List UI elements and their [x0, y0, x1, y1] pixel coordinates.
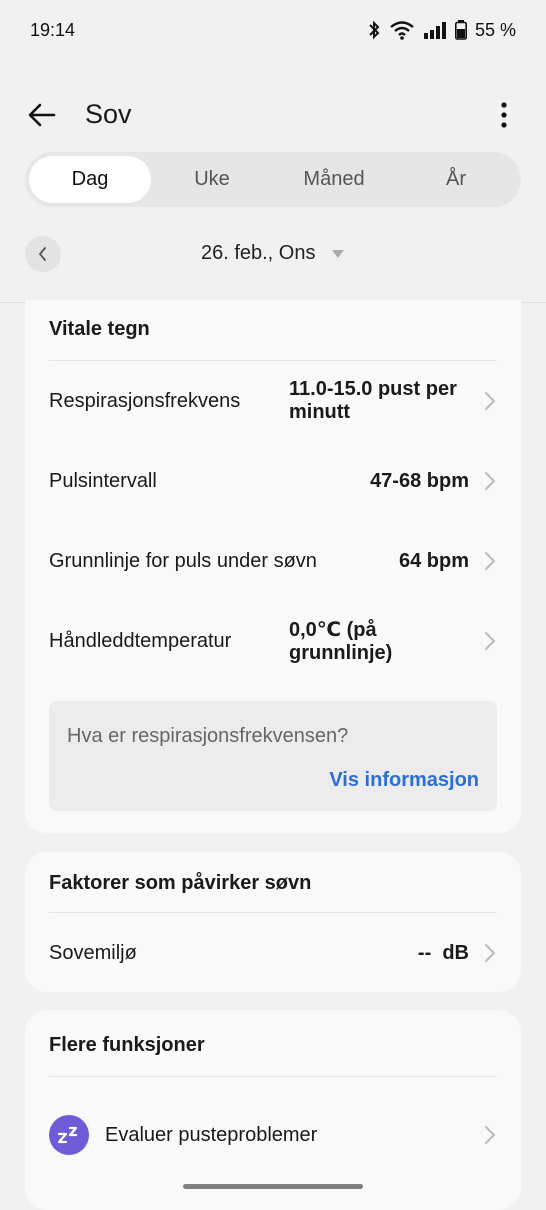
more-features-card: Flere funksjoner Evaluer pusteproblemer — [25, 1010, 521, 1210]
back-arrow-icon[interactable] — [26, 99, 58, 131]
vitals-title: Vitale tegn — [49, 318, 150, 340]
row-value: 47-68 bpm — [370, 469, 469, 492]
home-indicator[interactable] — [183, 1184, 363, 1189]
chevron-right-icon — [485, 392, 495, 410]
period-tabs: Dag Uke Måned År — [25, 152, 521, 207]
tab-month[interactable]: Måned — [273, 156, 395, 203]
tab-day[interactable]: Dag — [29, 156, 151, 203]
vital-row-pulse-range[interactable]: Pulsintervall 47-68 bpm — [25, 441, 521, 521]
row-label: Sovemiljø — [49, 941, 137, 964]
row-value: 64 bpm — [398, 549, 469, 572]
battery-percent: 55 % — [474, 19, 516, 40]
row-label: Håndleddtemperatur — [49, 629, 232, 652]
vital-row-sleep-pulse-baseline[interactable]: Grunnlinje for puls under søvn 64 bpm — [25, 521, 521, 601]
signal-icon — [423, 22, 446, 39]
chevron-right-icon — [485, 944, 495, 962]
more-options-icon[interactable] — [492, 99, 516, 131]
chevron-right-icon — [485, 472, 495, 490]
row-label: Respirasjonsfrekvens — [49, 389, 241, 412]
wifi-icon — [390, 21, 414, 40]
row-value: 11.0-15.0 pust per minutt — [289, 378, 457, 423]
factor-row-sleep-environment[interactable]: Sovemiljø -- dB — [25, 913, 521, 993]
caret-down-icon — [332, 249, 345, 258]
date-selector: 26. feb., Ons — [0, 228, 546, 284]
chevron-right-icon — [485, 1126, 495, 1144]
more-title: Flere funksjoner — [49, 1034, 205, 1056]
bluetooth-icon — [369, 20, 380, 40]
row-value: 0,0℃ (på grunnlinje) — [289, 619, 393, 664]
show-info-link[interactable]: Vis informasjon — [329, 769, 479, 792]
row-label: Evaluer pusteproblemer — [105, 1123, 318, 1146]
tab-week[interactable]: Uke — [151, 156, 273, 203]
app-bar: Sov — [0, 85, 546, 145]
zzz-icon — [49, 1115, 89, 1155]
status-icons: 55 % — [367, 20, 516, 41]
vital-row-respiration[interactable]: Respirasjonsfrekvens 11.0-15.0 pust per … — [25, 361, 521, 441]
date-dropdown[interactable]: 26. feb., Ons — [0, 242, 546, 265]
chevron-right-icon — [485, 632, 495, 650]
status-bar: 19:14 55 % — [0, 0, 546, 60]
factors-title: Faktorer som påvirker søvn — [49, 872, 312, 894]
date-label: 26. feb., Ons — [200, 242, 316, 264]
status-time: 19:14 — [30, 19, 76, 40]
battery-icon — [454, 20, 467, 40]
vitals-card: Vitale tegn Respirasjonsfrekvens 11.0-15… — [25, 300, 521, 833]
info-question: Hva er respirasjonsfrekvensen? — [67, 725, 349, 747]
info-box: Hva er respirasjonsfrekvensen? Vis infor… — [49, 701, 497, 811]
page-title: Sov — [85, 99, 132, 129]
feature-row-breathing[interactable]: Evaluer pusteproblemer — [25, 1077, 521, 1193]
factors-card: Faktorer som påvirker søvn Sovemiljø -- … — [25, 852, 521, 992]
row-label: Grunnlinje for puls under søvn — [49, 549, 317, 572]
chevron-right-icon — [485, 552, 495, 570]
row-label: Pulsintervall — [49, 469, 157, 492]
row-value: -- dB — [417, 941, 469, 964]
tab-year[interactable]: År — [395, 156, 517, 203]
vital-row-wrist-temperature[interactable]: Håndleddtemperatur 0,0℃ (på grunnlinje) — [25, 601, 521, 681]
